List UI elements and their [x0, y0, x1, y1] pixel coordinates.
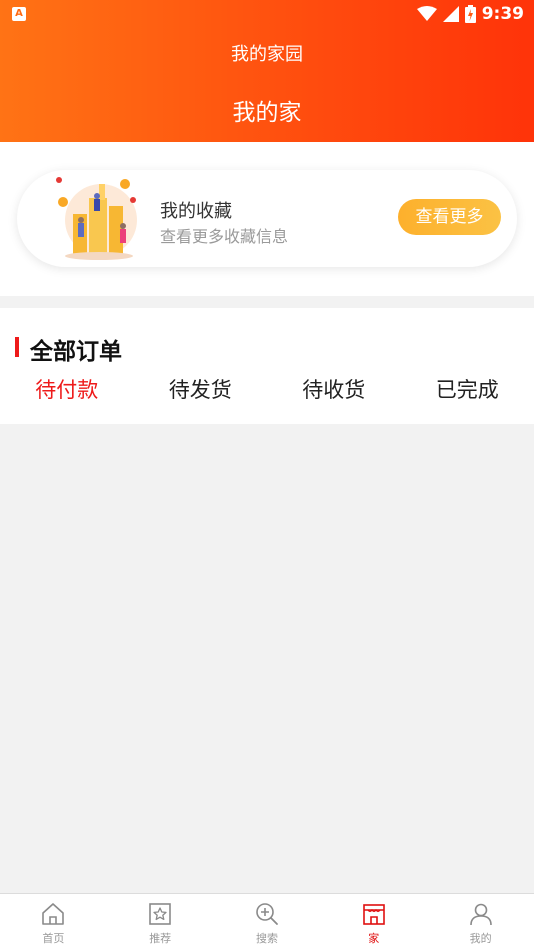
order-tab-pending-payment[interactable]: 待付款 [0, 372, 134, 408]
status-time: 9:39 [481, 4, 524, 24]
order-tab-pending-receipt[interactable]: 待收货 [267, 372, 401, 408]
bottom-tab-bar: 首页 推荐 搜索 家 我的 [0, 893, 534, 950]
order-tab-completed[interactable]: 已完成 [401, 372, 534, 408]
tab-profile[interactable]: 我的 [427, 894, 534, 950]
orders-title-marker [15, 337, 19, 357]
tab-home-family[interactable]: 家 [320, 894, 427, 950]
header: A 9:39 我的家园 我的家 [0, 0, 534, 142]
tab-profile-label: 我的 [469, 932, 492, 945]
tab-home[interactable]: 首页 [0, 894, 107, 950]
tab-recommend[interactable]: 推荐 [107, 894, 214, 950]
tab-search[interactable]: 搜索 [214, 894, 321, 950]
house-icon [362, 904, 385, 925]
orders-section: 全部订单 待付款 待发货 待收货 已完成 [0, 308, 534, 424]
orders-title: 全部订单 [30, 339, 122, 365]
recommend-icon [149, 903, 171, 925]
view-more-button[interactable]: 查看更多 [398, 199, 501, 235]
tab-recommend-label: 推荐 [149, 932, 172, 945]
page-title: 我的家 [232, 100, 302, 126]
user-icon [469, 903, 492, 926]
favorites-title: 我的收藏 [160, 201, 232, 222]
search-icon [256, 903, 278, 925]
favorites-section: 我的收藏 查看更多收藏信息 查看更多 [0, 142, 534, 296]
wifi-icon [416, 6, 437, 21]
order-tabs: 待付款 待发货 待收货 已完成 [0, 372, 534, 408]
tab-search-label: 搜索 [255, 932, 278, 945]
favorites-card[interactable]: 我的收藏 查看更多收藏信息 查看更多 [17, 170, 517, 267]
window-title: 我的家园 [231, 44, 303, 65]
status-indicators: 9:39 [416, 3, 524, 25]
favorites-subtitle: 查看更多收藏信息 [160, 227, 289, 246]
status-bar: A 9:39 [0, 0, 534, 28]
signal-icon [442, 6, 459, 22]
battery-icon [464, 5, 476, 23]
tab-home-label: 首页 [42, 932, 65, 945]
favorites-illustration-icon [56, 177, 137, 260]
tab-family-label: 家 [368, 932, 380, 945]
order-tab-pending-shipment[interactable]: 待发货 [134, 372, 268, 408]
home-icon [42, 903, 65, 925]
app-notification-icon: A [12, 7, 26, 21]
